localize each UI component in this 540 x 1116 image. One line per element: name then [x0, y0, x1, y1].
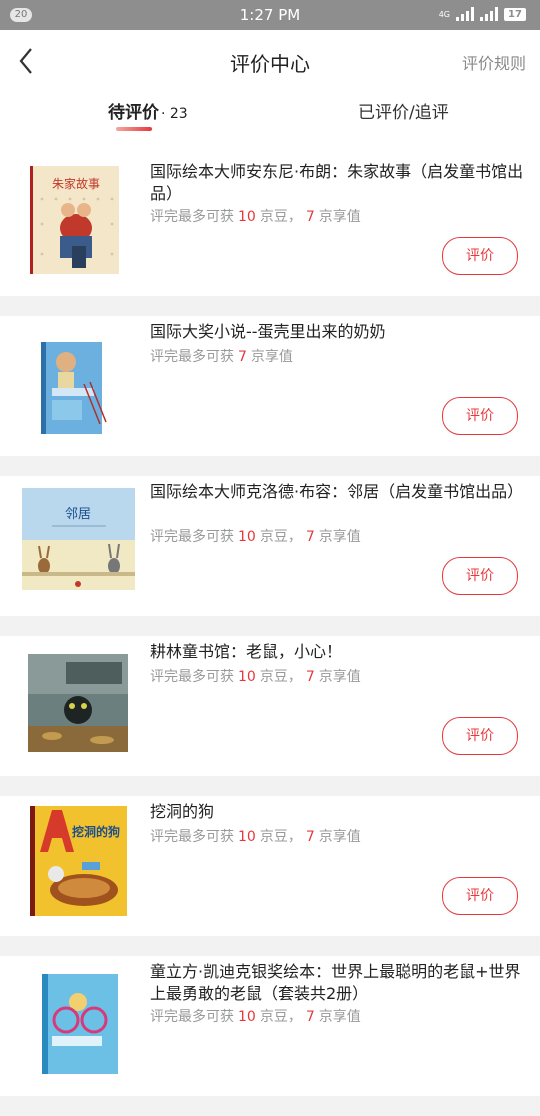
product-title[interactable]: 童立方·凯迪克银奖绘本：世界上最聪明的老鼠+世界上最勇敢的老鼠（套装共2册）: [150, 961, 526, 1005]
product-title[interactable]: 挖洞的狗: [150, 801, 526, 823]
list-item: 朱家故事 国际绘本大师安东尼·布朗：朱家故事（启发童书馆出品） 评完最多可获 10…: [0, 156, 540, 296]
status-icons: 4G 17: [439, 7, 526, 21]
review-button[interactable]: 评价: [442, 557, 518, 595]
cover-title: 挖洞的狗: [72, 824, 120, 839]
list-item: 耕林童书馆：老鼠，小心！ 评完最多可获 10 京豆， 7 京享值 评价: [0, 636, 540, 776]
enjoy-count: 7: [238, 349, 247, 365]
list-item: 邻居 国际绘本大师克洛德·布容：邻居（启发童书馆出品） 评完最多可获 10 京豆， 7…: [0, 476, 540, 616]
network-label: 4G: [438, 9, 450, 19]
product-title[interactable]: 国际大奖小说--蛋壳里出来的奶奶: [150, 321, 526, 343]
book-cover[interactable]: 朱家故事: [22, 164, 135, 277]
reward-prefix: 评完最多可获: [150, 349, 234, 365]
enjoy-unit: 京享值: [250, 349, 293, 365]
enjoy-unit: 京享值: [318, 829, 361, 845]
list-item: 童立方·凯迪克银奖绘本：世界上最聪明的老鼠+世界上最勇敢的老鼠（套装共2册） 评…: [0, 956, 540, 1096]
book-cover[interactable]: [22, 324, 135, 437]
enjoy-count: 7: [305, 669, 315, 685]
enjoy-unit: 京享值: [318, 1009, 361, 1025]
book-cover[interactable]: 邻居: [22, 484, 135, 597]
cover-title: 邻居: [65, 507, 91, 522]
reward-text: 评完最多可获 7 京享值: [150, 346, 293, 366]
signal-icon: [456, 7, 474, 21]
beans-unit: 京豆，: [259, 829, 302, 845]
reward-prefix: 评完最多可获: [150, 209, 234, 225]
beans-count: 10: [238, 209, 256, 225]
product-title[interactable]: 国际绘本大师安东尼·布朗：朱家故事（启发童书馆出品）: [150, 161, 526, 205]
review-button[interactable]: 评价: [442, 397, 518, 435]
book-cover[interactable]: [22, 644, 135, 757]
reward-text: 评完最多可获 10 京豆， 7 京享值: [150, 666, 361, 686]
enjoy-count: 7: [305, 1009, 315, 1025]
list-item: 国际大奖小说--蛋壳里出来的奶奶 评完最多可获 7 京享值 评价: [0, 316, 540, 456]
tab-reviewed[interactable]: 已评价/追评: [358, 98, 449, 123]
beans-count: 10: [238, 529, 256, 545]
beans-unit: 京豆，: [259, 1009, 302, 1025]
cover-title: 朱家故事: [52, 176, 100, 191]
enjoy-unit: 京享值: [318, 529, 361, 545]
beans-unit: 京豆，: [259, 669, 302, 685]
enjoy-unit: 京享值: [318, 209, 361, 225]
enjoy-count: 7: [305, 829, 315, 845]
product-list: 朱家故事 国际绘本大师安东尼·布朗：朱家故事（启发童书馆出品） 评完最多可获 10…: [0, 156, 540, 1116]
beans-count: 10: [238, 829, 256, 845]
beans-count: 10: [238, 1009, 256, 1025]
status-bar: 20 1:27 PM 4G 17: [0, 0, 540, 30]
product-title[interactable]: 国际绘本大师克洛德·布容：邻居（启发童书馆出品）: [150, 481, 526, 503]
enjoy-count: 7: [305, 209, 315, 225]
tab-pending-label: 待评价: [108, 103, 159, 123]
reward-prefix: 评完最多可获: [150, 829, 234, 845]
reward-text: 评完最多可获 10 京豆， 7 京享值: [150, 206, 361, 226]
reward-text: 评完最多可获 10 京豆， 7 京享值: [150, 1006, 361, 1026]
header: 评价中心 评价规则 待评价 · 23 已评价/追评: [0, 30, 540, 156]
battery-icon: 17: [504, 7, 526, 21]
reward-prefix: 评完最多可获: [150, 529, 234, 545]
review-rules-link[interactable]: 评价规则: [462, 50, 526, 74]
review-button[interactable]: 评价: [442, 717, 518, 755]
book-cover[interactable]: [22, 964, 135, 1077]
signal-icon-2: [480, 7, 498, 21]
beans-unit: 京豆，: [259, 209, 302, 225]
beans-count: 10: [238, 669, 256, 685]
reward-prefix: 评完最多可获: [150, 1009, 234, 1025]
reward-text: 评完最多可获 10 京豆， 7 京享值: [150, 826, 361, 846]
enjoy-count: 7: [305, 529, 315, 545]
reward-prefix: 评完最多可获: [150, 669, 234, 685]
review-button[interactable]: 评价: [442, 237, 518, 275]
book-cover[interactable]: 挖洞的狗: [22, 804, 135, 917]
beans-unit: 京豆，: [259, 529, 302, 545]
review-button[interactable]: 评价: [442, 877, 518, 915]
enjoy-unit: 京享值: [318, 669, 361, 685]
list-item: 挖洞的狗 挖洞的狗 评完最多可获 10 京豆， 7 京享值 评价: [0, 796, 540, 936]
tab-pending-review[interactable]: 待评价 · 23: [108, 98, 188, 123]
tab-pending-count: · 23: [161, 106, 188, 122]
product-title[interactable]: 耕林童书馆：老鼠，小心！: [150, 641, 526, 663]
page-title: 评价中心: [230, 52, 310, 76]
active-tab-indicator: [116, 127, 152, 131]
reward-text: 评完最多可获 10 京豆， 7 京享值: [150, 526, 361, 546]
